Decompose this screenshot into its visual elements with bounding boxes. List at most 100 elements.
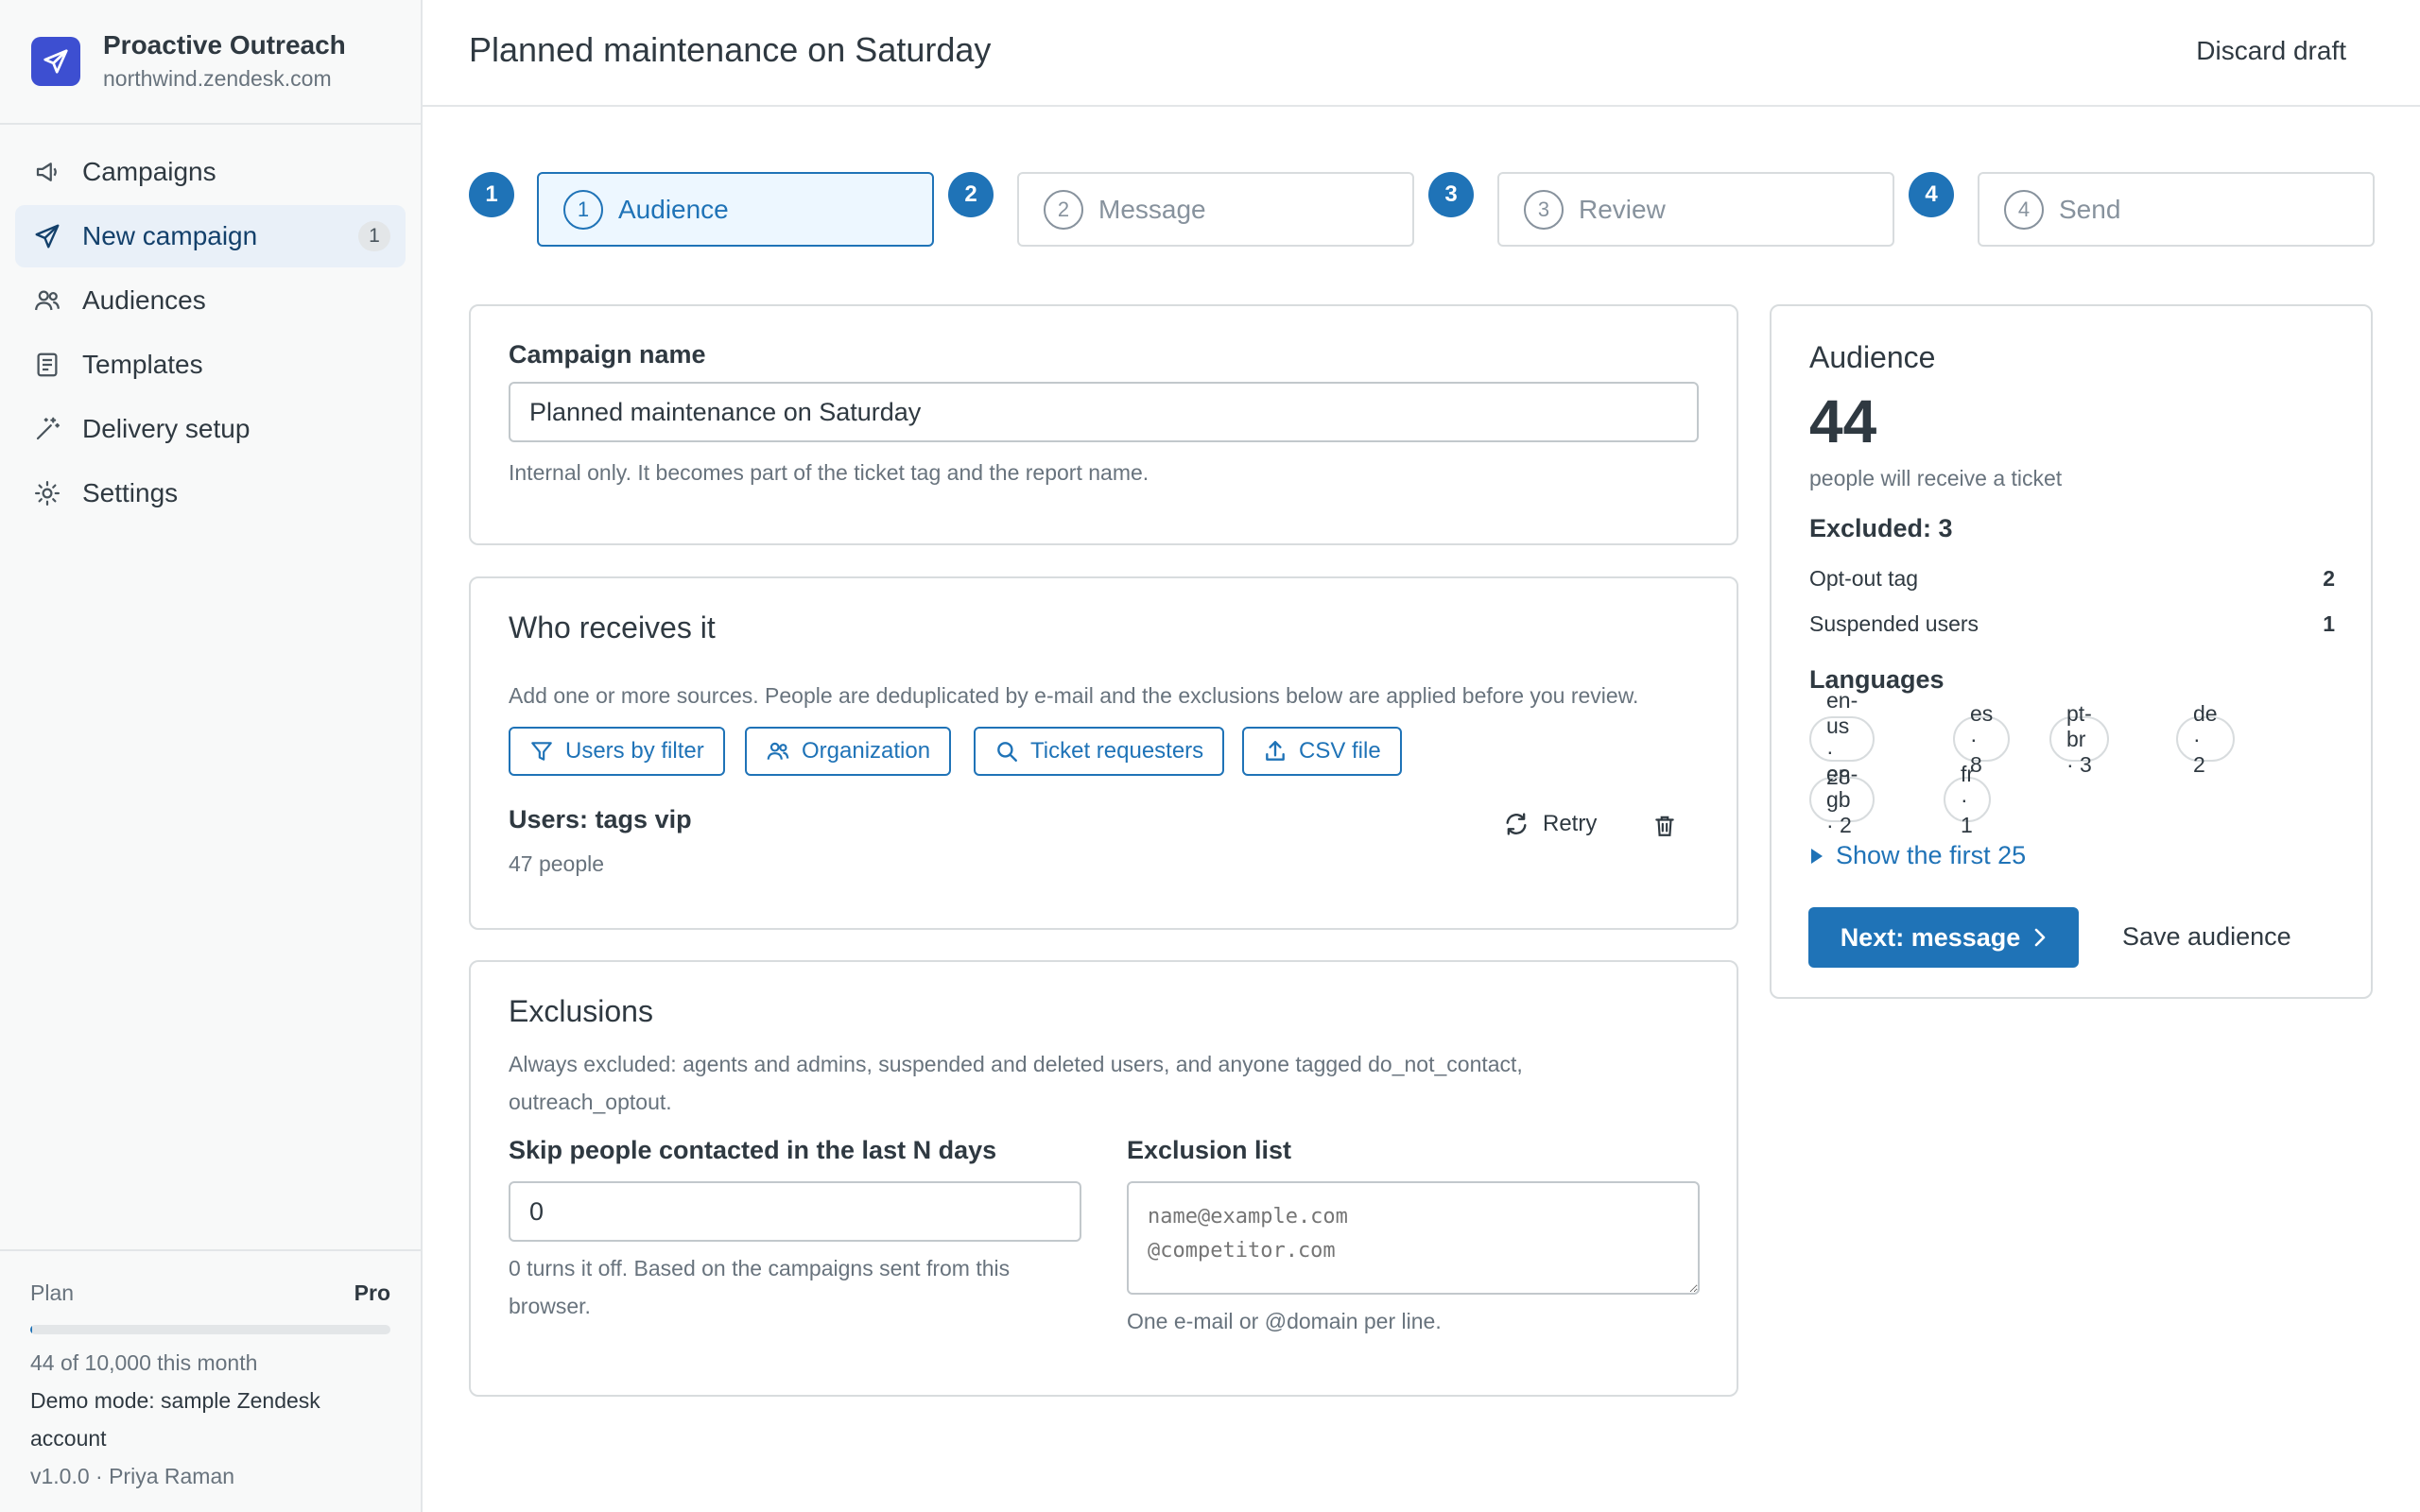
audience-count: 44 [1809, 387, 1877, 455]
organization-label: Organization [802, 738, 931, 764]
sidebar-item-label: Templates [82, 350, 203, 379]
plan-label: Plan [30, 1280, 75, 1305]
next-message-label: Next: message [1840, 922, 2021, 952]
caret-right-icon [1809, 848, 1824, 865]
step-indicator: 4 [1909, 172, 1954, 217]
chevron-right-icon [2020, 927, 2047, 948]
step-indicator: 1 [469, 172, 514, 217]
gear-icon [33, 479, 61, 507]
trash-icon[interactable] [1652, 813, 1677, 839]
sidebar-item-label: Delivery setup [82, 414, 251, 443]
organization-button[interactable]: Organization [745, 727, 952, 776]
users-by-filter-label: Users by filter [565, 738, 704, 764]
megaphone-icon [33, 158, 61, 186]
csv-file-label: CSV file [1299, 738, 1381, 764]
filter-icon [529, 739, 565, 764]
language-chip: pt-br · 3 [2049, 701, 2109, 777]
sidebar-item-label: Settings [82, 478, 179, 507]
search-icon [994, 739, 1030, 764]
sidebar-item-campaigns[interactable]: Campaigns [15, 141, 406, 203]
campaign-name-label: Campaign name [509, 340, 706, 369]
source-count: 47 people [509, 851, 605, 876]
exclusion-list-label: Exclusion list [1127, 1136, 1292, 1164]
page-header: Planned maintenance on Saturday Discard … [423, 0, 2420, 107]
skip-days-hint: 0 turns it off. Based on the campaigns s… [509, 1256, 1011, 1318]
demo-mode-text: Demo mode: sample Zendesk account [30, 1388, 320, 1451]
users-icon [766, 739, 802, 764]
ticket-requesters-button[interactable]: Ticket requesters [974, 727, 1225, 776]
step-indicator: 2 [948, 172, 994, 217]
sidebar-nav: Campaigns New campaign 1 Audiences Templ… [0, 125, 421, 524]
usage-progress-fill [30, 1325, 32, 1334]
show-first-toggle[interactable]: Show the first 25 [1809, 841, 2026, 870]
retry-button[interactable]: Retry [1503, 811, 1597, 837]
recipients-description: Add one or more sources. People are dedu… [509, 683, 1639, 708]
usage-text: 44 of 10,000 this month [30, 1350, 258, 1375]
sidebar-item-new-campaign[interactable]: New campaign 1 [15, 205, 406, 267]
exclusions-title: Exclusions [509, 994, 653, 1028]
campaign-name-card: Campaign name Planned maintenance on Sat… [469, 304, 1738, 545]
recipients-title: Who receives it [509, 610, 716, 644]
step-number: 1 [563, 189, 603, 230]
skip-days-label: Skip people contacted in the last N days [509, 1136, 997, 1164]
source-title: Users: tags vip [509, 805, 692, 833]
step-number: 3 [1524, 189, 1564, 230]
step-audience[interactable]: 1 Audience [537, 172, 934, 247]
audience-summary-card: Audience 44 people will receive a ticket… [1770, 304, 2373, 999]
sidebar-item-templates[interactable]: Templates [15, 334, 406, 396]
step-label: Audience [618, 194, 729, 224]
save-audience-button[interactable]: Save audience [2122, 922, 2291, 952]
audience-title: Audience [1809, 340, 1936, 374]
excluded-row-value: 1 [2323, 611, 2335, 636]
discard-draft-button[interactable]: Discard draft [2196, 36, 2346, 66]
step-review[interactable]: 3 Review [1497, 172, 1894, 247]
exclusion-list-hint: One e-mail or @domain per line. [1127, 1309, 1442, 1333]
excluded-row: Opt-out tag 2 [1809, 563, 2335, 593]
language-chip: de · 2 [2176, 701, 2235, 777]
excluded-row: Suspended users 1 [1809, 609, 2335, 639]
magic-wand-icon [33, 415, 61, 443]
version-text: v1.0.0 · Priya Raman [30, 1464, 235, 1488]
csv-file-button[interactable]: CSV file [1242, 727, 1402, 776]
sidebar-item-audiences[interactable]: Audiences [15, 269, 406, 332]
next-message-button[interactable]: Next: message [1808, 907, 2079, 968]
step-number: 2 [1044, 189, 1083, 230]
ticket-requesters-label: Ticket requesters [1030, 738, 1204, 764]
excluded-title: Excluded: 3 [1809, 514, 1953, 542]
campaign-name-input[interactable]: Planned maintenance on Saturday [509, 382, 1699, 442]
paper-plane-icon [33, 222, 61, 250]
refresh-icon [1503, 811, 1530, 837]
step-message[interactable]: 2 Message [1017, 172, 1414, 247]
upload-icon [1263, 739, 1299, 764]
retry-label: Retry [1543, 811, 1598, 836]
sidebar-item-label: Audiences [82, 285, 206, 315]
step-indicator: 3 [1428, 172, 1474, 217]
step-send[interactable]: 4 Send [1978, 172, 2375, 247]
app-name: Proactive Outreach [103, 30, 346, 60]
sidebar: Proactive Outreach northwind.zendesk.com… [0, 0, 423, 1512]
page-title: Planned maintenance on Saturday [469, 30, 992, 69]
users-icon [33, 286, 61, 315]
exclusions-card: Exclusions Always excluded: agents and a… [469, 960, 1738, 1397]
plan-tier: Pro [354, 1280, 390, 1305]
sidebar-item-label: New campaign [82, 221, 258, 250]
excluded-row-label: Suspended users [1809, 611, 1979, 636]
campaign-name-hint: Internal only. It becomes part of the ti… [509, 460, 1150, 485]
sidebar-item-settings[interactable]: Settings [15, 462, 406, 524]
paper-plane-icon [31, 37, 80, 86]
document-icon [33, 351, 61, 379]
sidebar-item-label: Campaigns [82, 157, 216, 186]
sidebar-item-delivery-setup[interactable]: Delivery setup [15, 398, 406, 460]
language-chip: en-us · 28 [1809, 688, 1876, 789]
brand-header: Proactive Outreach northwind.zendesk.com [0, 0, 421, 125]
app-subdomain: northwind.zendesk.com [103, 66, 332, 91]
plan-panel: Plan Pro 44 of 10,000 this month Demo mo… [0, 1249, 421, 1512]
step-label: Send [2059, 194, 2121, 224]
skip-days-input[interactable]: 0 [509, 1181, 1081, 1242]
show-first-label: Show the first 25 [1836, 841, 2027, 869]
exclusion-list-textarea[interactable] [1127, 1181, 1700, 1295]
step-label: Review [1579, 194, 1666, 224]
language-chip: en-gb · 2 [1809, 762, 1876, 837]
users-by-filter-button[interactable]: Users by filter [509, 727, 725, 776]
language-chip: es · 8 [1953, 701, 2011, 777]
